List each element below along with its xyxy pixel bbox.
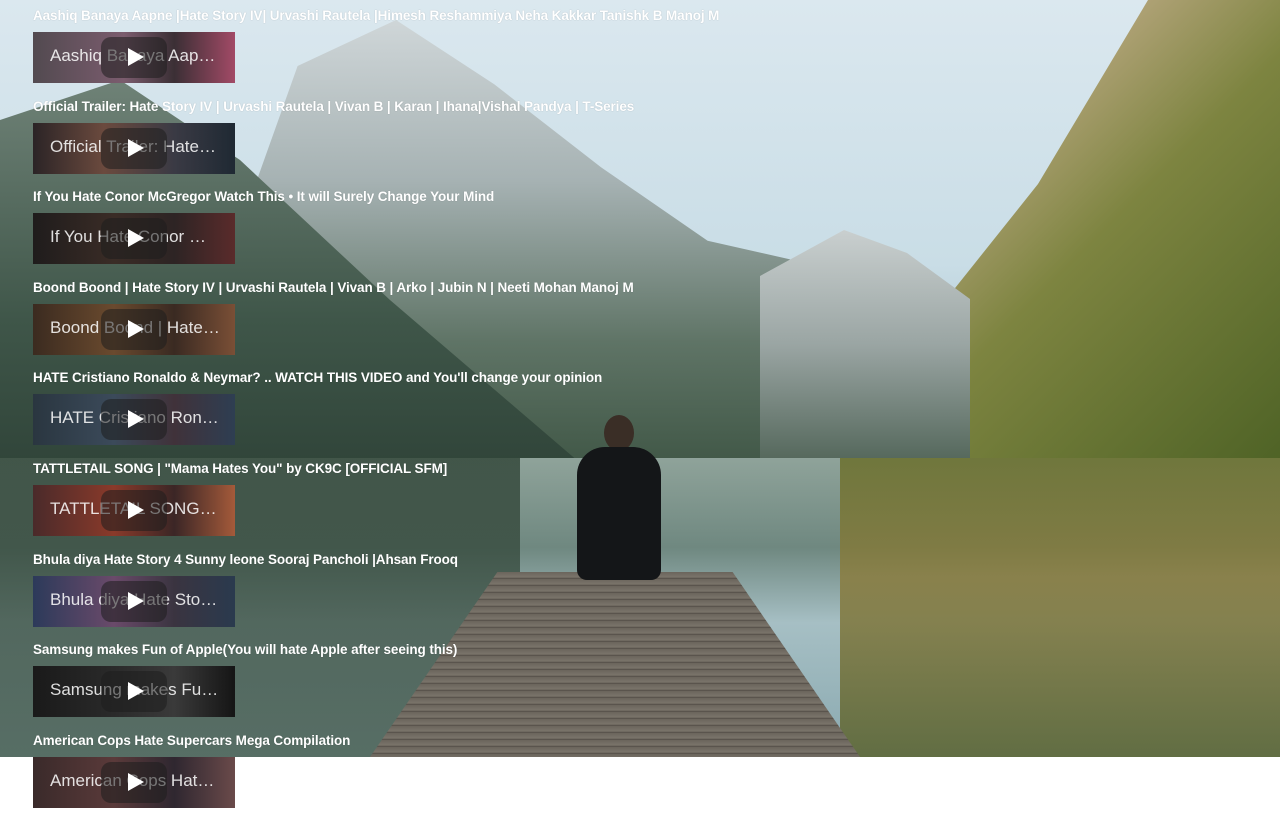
play-button[interactable] bbox=[101, 489, 167, 531]
video-title: Bhula diya Hate Story 4 Sunny leone Soor… bbox=[33, 551, 458, 567]
play-icon bbox=[128, 138, 144, 157]
video-title: HATE Cristiano Ronaldo & Neymar? .. WATC… bbox=[33, 370, 603, 386]
play-icon bbox=[128, 319, 144, 338]
video-item: HATE Cristiano Ronaldo & Neymar? .. WATC… bbox=[33, 362, 1273, 453]
video-title: TATTLETAIL SONG | "Mama Hates You" by CK… bbox=[33, 460, 448, 476]
video-embed[interactable]: Official Trailer: Hate Story IV bbox=[33, 122, 235, 174]
video-item: Official Trailer: Hate Story IV | Urvash… bbox=[33, 91, 1273, 182]
play-button[interactable] bbox=[101, 218, 167, 260]
video-embed[interactable]: Boond Boond | Hate Story IV bbox=[33, 303, 235, 355]
play-icon bbox=[128, 500, 144, 519]
play-button[interactable] bbox=[101, 761, 167, 803]
video-item: TATTLETAIL SONG | "Mama Hates You" by CK… bbox=[33, 453, 1273, 544]
play-button[interactable] bbox=[101, 308, 167, 350]
video-embed[interactable]: Aashiq Banaya Aapne |Hate Story IV| Urva… bbox=[33, 32, 235, 83]
video-title: If You Hate Conor McGregor Watch This • … bbox=[33, 189, 495, 205]
play-icon bbox=[128, 229, 144, 248]
video-title: Aashiq Banaya Aapne |Hate Story IV| Urva… bbox=[33, 8, 720, 23]
video-item: American Cops Hate Supercars Mega Compil… bbox=[33, 725, 1273, 815]
play-icon bbox=[128, 772, 144, 791]
video-embed[interactable]: HATE Cristiano Ronaldo & Neymar? bbox=[33, 394, 235, 446]
video-item: Bhula diya Hate Story 4 Sunny leone Soor… bbox=[33, 544, 1273, 635]
video-title: Samsung makes Fun of Apple(You will hate… bbox=[33, 642, 458, 658]
video-embed[interactable]: TATTLETAIL SONG | "Mama Hates You" bbox=[33, 484, 235, 536]
video-item: Aashiq Banaya Aapne |Hate Story IV| Urva… bbox=[33, 0, 1273, 91]
play-button[interactable] bbox=[101, 671, 167, 713]
video-title: American Cops Hate Supercars Mega Compil… bbox=[33, 732, 351, 748]
play-icon bbox=[128, 682, 144, 701]
video-item: If You Hate Conor McGregor Watch This • … bbox=[33, 181, 1273, 272]
video-title: Boond Boond | Hate Story IV | Urvashi Ra… bbox=[33, 279, 634, 295]
video-embed[interactable]: If You Hate Conor McGregor Watch This bbox=[33, 213, 235, 265]
play-icon bbox=[128, 591, 144, 610]
play-icon bbox=[128, 410, 144, 429]
play-button[interactable] bbox=[101, 399, 167, 441]
video-embed[interactable]: Bhula diya Hate Story 4 Sunny leone bbox=[33, 575, 235, 627]
play-icon bbox=[128, 48, 144, 66]
play-button[interactable] bbox=[101, 580, 167, 622]
video-item: Samsung makes Fun of Apple(You will hate… bbox=[33, 634, 1273, 725]
play-button[interactable] bbox=[101, 37, 167, 78]
video-embed[interactable]: American Cops Hate Supercars bbox=[33, 756, 235, 808]
video-list: Aashiq Banaya Aapne |Hate Story IV| Urva… bbox=[33, 0, 1273, 815]
video-title: Official Trailer: Hate Story IV | Urvash… bbox=[33, 98, 635, 114]
video-embed[interactable]: Samsung makes Fun of Apple bbox=[33, 666, 235, 718]
play-button[interactable] bbox=[101, 127, 167, 169]
video-item: Boond Boond | Hate Story IV | Urvashi Ra… bbox=[33, 272, 1273, 363]
